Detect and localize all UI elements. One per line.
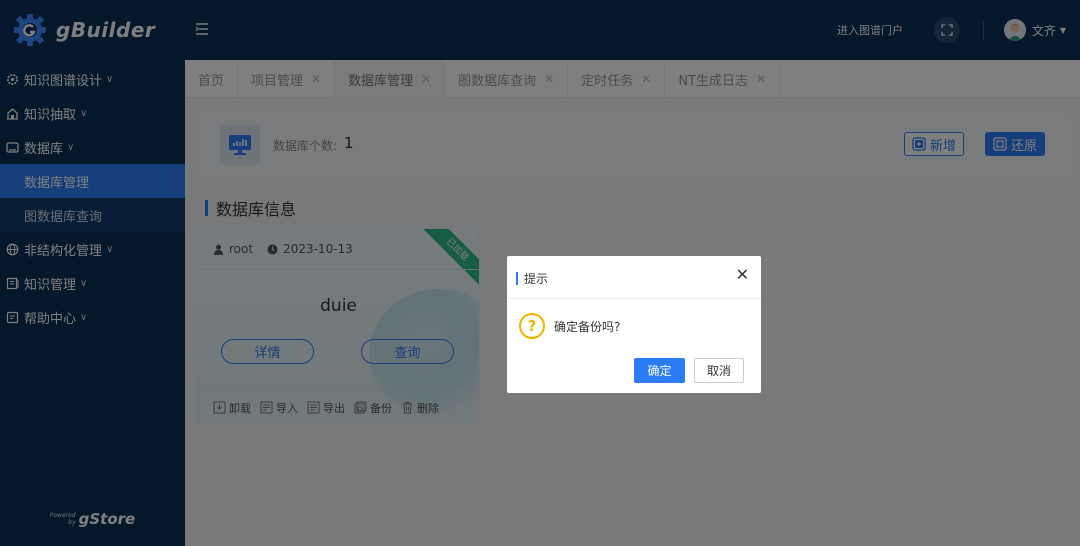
confirm-dialog: 提示 ✕ ? 确定备份吗? 确定 取消 bbox=[507, 256, 761, 393]
confirm-button[interactable]: 确定 bbox=[634, 358, 685, 383]
dialog-title-text: 提示 bbox=[524, 272, 549, 286]
question-icon: ? bbox=[519, 313, 545, 339]
dialog-body: ? 确定备份吗? bbox=[519, 313, 620, 339]
dialog-title-bar bbox=[516, 272, 518, 285]
dialog-message: 确定备份吗? bbox=[554, 319, 621, 334]
dialog-divider bbox=[507, 298, 761, 299]
close-icon[interactable]: ✕ bbox=[736, 267, 749, 283]
cancel-button[interactable]: 取消 bbox=[694, 358, 744, 383]
dialog-title: 提示 bbox=[516, 270, 548, 287]
